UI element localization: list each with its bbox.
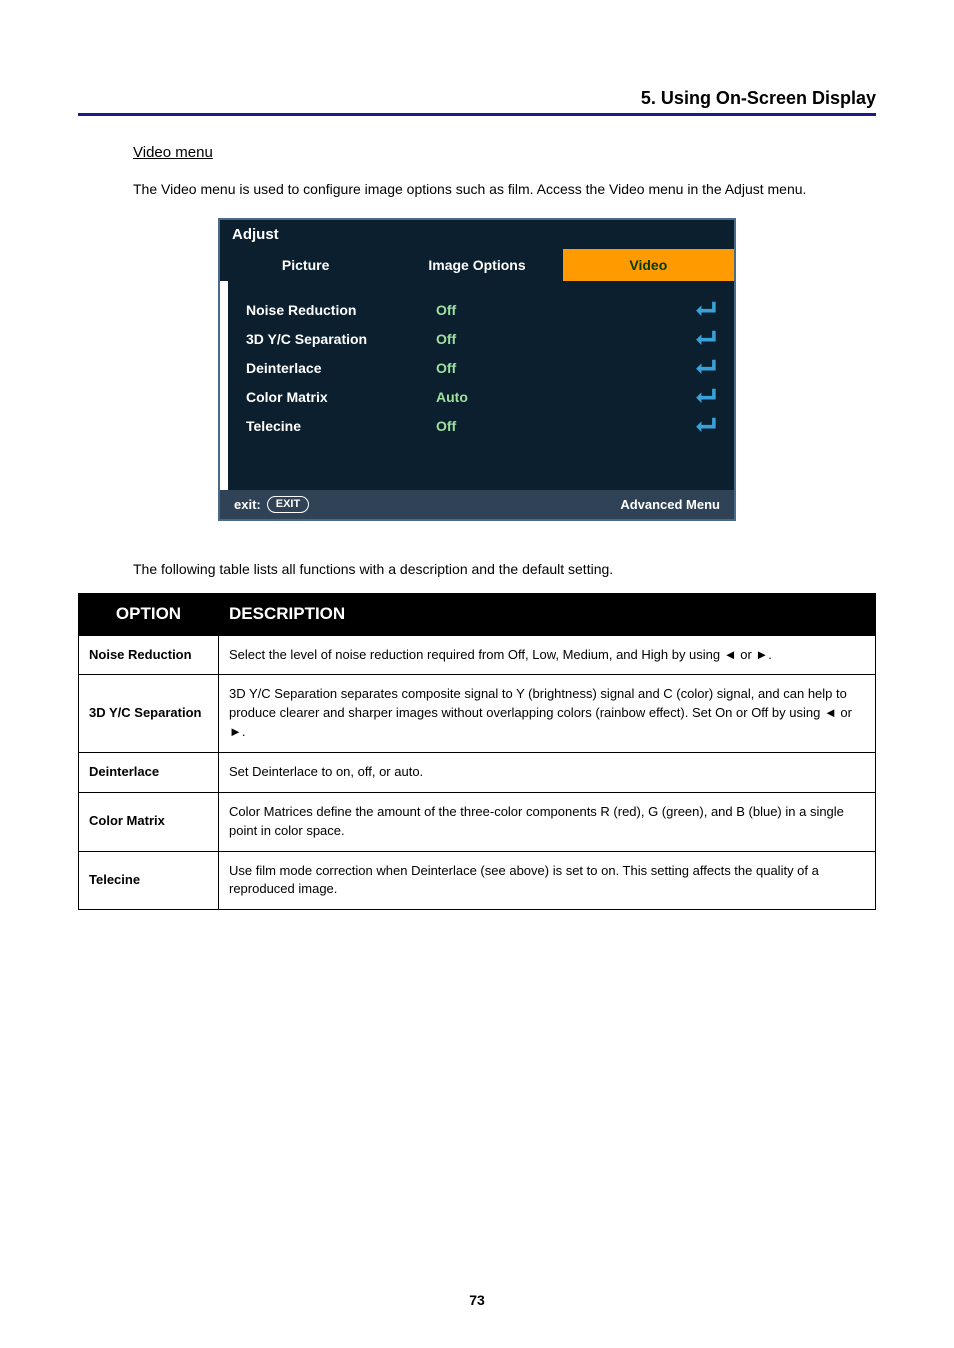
video-menu-description: The Video menu is used to configure imag… xyxy=(133,179,876,200)
options-table: OPTION DESCRIPTION Noise Reduction Selec… xyxy=(78,593,876,910)
osd-row-telecine[interactable]: Telecine Off xyxy=(246,411,716,440)
osd-row-value: Off xyxy=(436,418,586,434)
osd-row-label: Color Matrix xyxy=(246,389,436,405)
osd-body: Noise Reduction Off 3D Y/C Separation Of… xyxy=(220,281,734,490)
osd-row-label: Telecine xyxy=(246,418,436,434)
tab-picture[interactable]: Picture xyxy=(220,249,391,281)
table-row: Telecine Use film mode correction when D… xyxy=(79,851,876,910)
osd-row-label: Noise Reduction xyxy=(246,302,436,318)
cell-option: 3D Y/C Separation xyxy=(79,675,219,753)
osd-row-label: Deinterlace xyxy=(246,360,436,376)
enter-icon xyxy=(694,416,716,435)
osd-screenshot: Adjust Picture Image Options Video Noise… xyxy=(78,218,876,521)
col-description: DESCRIPTION xyxy=(219,594,876,636)
osd-footer: exit: EXIT Advanced Menu xyxy=(220,490,734,519)
enter-icon xyxy=(694,358,716,377)
section-header: 5. Using On-Screen Display xyxy=(78,88,876,116)
enter-icon xyxy=(694,387,716,406)
osd-row-3d-yc-separation[interactable]: 3D Y/C Separation Off xyxy=(246,324,716,353)
cell-description: Set Deinterlace to on, off, or auto. xyxy=(219,753,876,793)
cell-option: Noise Reduction xyxy=(79,635,219,675)
osd-row-value: Auto xyxy=(436,389,586,405)
osd-row-value: Off xyxy=(436,360,586,376)
osd-panel: Adjust Picture Image Options Video Noise… xyxy=(218,218,736,521)
osd-exit-label: exit: xyxy=(234,497,261,512)
col-option: OPTION xyxy=(79,594,219,636)
video-menu-heading: Video menu xyxy=(133,144,876,161)
cell-option: Color Matrix xyxy=(79,792,219,851)
osd-title: Adjust xyxy=(220,220,734,249)
osd-row-color-matrix[interactable]: Color Matrix Auto xyxy=(246,382,716,411)
osd-row-value: Off xyxy=(436,331,586,347)
table-row: 3D Y/C Separation 3D Y/C Separation sepa… xyxy=(79,675,876,753)
table-row: Deinterlace Set Deinterlace to on, off, … xyxy=(79,753,876,793)
cell-description: 3D Y/C Separation separates composite si… xyxy=(219,675,876,753)
osd-row-label: 3D Y/C Separation xyxy=(246,331,436,347)
osd-exit-hint: exit: EXIT xyxy=(234,496,309,513)
enter-icon xyxy=(694,300,716,319)
cell-description: Color Matrices define the amount of the … xyxy=(219,792,876,851)
cell-description: Select the level of noise reduction requ… xyxy=(219,635,876,675)
table-row: Noise Reduction Select the level of nois… xyxy=(79,635,876,675)
cell-description: Use film mode correction when Deinterlac… xyxy=(219,851,876,910)
page-number: 73 xyxy=(0,1292,954,1308)
table-row: Color Matrix Color Matrices define the a… xyxy=(79,792,876,851)
tab-video[interactable]: Video xyxy=(563,249,734,281)
osd-row-deinterlace[interactable]: Deinterlace Off xyxy=(246,353,716,382)
cell-option: Telecine xyxy=(79,851,219,910)
table-intro: The following table lists all functions … xyxy=(133,561,876,577)
exit-button[interactable]: EXIT xyxy=(267,496,309,513)
table-header-row: OPTION DESCRIPTION xyxy=(79,594,876,636)
osd-row-value: Off xyxy=(436,302,586,318)
osd-row-noise-reduction[interactable]: Noise Reduction Off xyxy=(246,295,716,324)
tab-image-options[interactable]: Image Options xyxy=(391,249,562,281)
cell-option: Deinterlace xyxy=(79,753,219,793)
enter-icon xyxy=(694,329,716,348)
osd-menu-mode: Advanced Menu xyxy=(620,497,720,512)
osd-tabs: Picture Image Options Video xyxy=(220,249,734,281)
